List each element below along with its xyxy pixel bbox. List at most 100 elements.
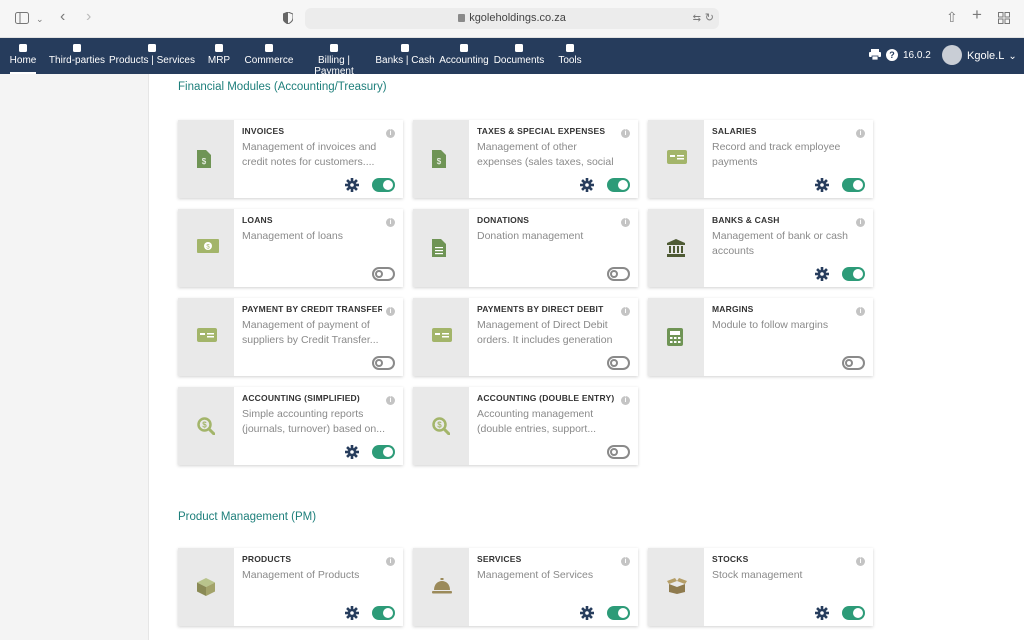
module-card: PRODUCTS Management of Products i — [178, 548, 403, 626]
nav-item-mrp[interactable]: MRP — [202, 38, 236, 74]
info-icon[interactable]: i — [856, 557, 865, 566]
nav-item-documents[interactable]: Documents — [491, 38, 547, 74]
module-toggle[interactable] — [607, 445, 630, 459]
info-icon[interactable]: i — [856, 307, 865, 316]
nav-item-label: Home — [9, 55, 37, 66]
search-dollar-icon: $ — [432, 417, 451, 436]
module-card: BANKS & CASH Management of bank or cash a… — [648, 209, 873, 287]
nav-item-accounting[interactable]: Accounting — [437, 38, 491, 74]
box-open-icon — [667, 578, 687, 596]
settings-gear-icon[interactable] — [345, 445, 359, 459]
info-icon[interactable]: i — [621, 307, 630, 316]
nav-item-commerce[interactable]: Commerce — [243, 38, 295, 74]
bank-icon — [399, 43, 411, 53]
info-icon[interactable]: i — [386, 218, 395, 227]
module-description: Management of other expenses (sales taxe… — [477, 141, 614, 168]
folder-icon — [513, 43, 525, 53]
search-dollar-icon — [458, 43, 470, 53]
nav-item-banks-cash[interactable]: Banks | Cash — [373, 38, 437, 74]
info-icon[interactable]: i — [386, 129, 395, 138]
nav-item-label: Commerce — [244, 55, 294, 66]
module-toggle[interactable] — [372, 606, 395, 620]
info-icon[interactable]: i — [386, 557, 395, 566]
info-icon[interactable]: i — [386, 396, 395, 405]
invoice-icon: $ — [432, 150, 450, 168]
nav-item-tools[interactable]: Tools — [553, 38, 587, 74]
info-icon[interactable]: i — [621, 218, 630, 227]
wrench-icon — [564, 43, 576, 53]
nav-item-home[interactable]: Home — [4, 38, 42, 74]
module-toggle[interactable] — [607, 606, 630, 620]
info-icon[interactable]: i — [621, 396, 630, 405]
settings-gear-icon[interactable] — [345, 606, 359, 620]
module-icon-box — [413, 548, 469, 626]
module-card: STOCKS Stock management i — [648, 548, 873, 626]
print-icon[interactable] — [869, 38, 881, 74]
module-title: SERVICES — [477, 554, 522, 564]
nav-item-label: MRP — [207, 55, 231, 66]
reload-icon[interactable]: ↻ — [705, 11, 714, 25]
invoice-icon: $ — [197, 150, 215, 168]
info-icon[interactable]: i — [621, 129, 630, 138]
module-toggle[interactable] — [842, 178, 865, 192]
module-description: Accounting management (double entries, s… — [477, 408, 597, 435]
help-icon[interactable]: ? — [886, 38, 898, 74]
module-toggle[interactable] — [607, 356, 630, 370]
search-dollar-icon: $ — [197, 417, 216, 436]
module-toggle[interactable] — [607, 267, 630, 281]
module-card: PAYMENTS BY DIRECT DEBIT Management of Di… — [413, 298, 638, 376]
settings-gear-icon[interactable] — [815, 267, 829, 281]
module-toggle[interactable] — [607, 178, 630, 192]
module-description: Management of loans — [242, 230, 343, 242]
info-icon[interactable]: i — [621, 557, 630, 566]
user-menu[interactable]: Kgole.L ⌄ — [942, 38, 1017, 74]
module-icon-box: $ — [178, 209, 234, 287]
module-description: Donation management — [477, 230, 584, 242]
info-icon[interactable]: i — [386, 307, 395, 316]
forward-icon[interactable]: › — [86, 9, 91, 25]
module-title: PAYMENT BY CREDIT TRANSFER — [242, 304, 382, 314]
nav-item-label: Billing | Payment — [314, 55, 354, 77]
module-card: $ INVOICES Management of invoices and cred… — [178, 120, 403, 198]
tab-overview-icon[interactable] — [998, 12, 1010, 27]
new-tab-icon[interactable]: + — [972, 6, 982, 23]
module-toggle[interactable] — [842, 356, 865, 370]
module-toggle[interactable] — [372, 445, 395, 459]
settings-gear-icon[interactable] — [345, 178, 359, 192]
address-bar[interactable]: kgoleholdings.co.za ⇆ ↻ — [305, 8, 719, 29]
module-toggle[interactable] — [842, 606, 865, 620]
info-icon[interactable]: i — [856, 218, 865, 227]
back-icon[interactable]: ‹ — [60, 9, 65, 25]
module-icon-box — [648, 120, 704, 198]
module-toggle[interactable] — [372, 178, 395, 192]
module-icon-box — [178, 298, 234, 376]
sidebar-toggle-icon[interactable] — [15, 12, 29, 27]
settings-gear-icon[interactable] — [815, 606, 829, 620]
section-title: Financial Modules (Accounting/Treasury) — [178, 81, 387, 93]
module-toggle[interactable] — [372, 267, 395, 281]
translate-icon[interactable]: ⇆ — [693, 12, 701, 26]
nav-item-third-parties[interactable]: Third-parties — [48, 38, 106, 74]
module-description: Management of invoices and credit notes … — [242, 141, 377, 168]
module-toggle[interactable] — [842, 267, 865, 281]
chevron-down-icon[interactable]: ⌄ — [36, 12, 44, 26]
module-icon-box — [648, 548, 704, 626]
document-icon — [432, 239, 450, 257]
module-title: ACCOUNTING (SIMPLIFIED) — [242, 393, 360, 403]
module-title: INVOICES — [242, 126, 285, 136]
module-icon-box — [178, 548, 234, 626]
shield-icon[interactable] — [282, 11, 294, 27]
cube-icon — [197, 578, 215, 596]
nav-item-label: Documents — [493, 55, 545, 66]
module-card: $ TAXES & SPECIAL EXPENSES Management of o… — [413, 120, 638, 198]
settings-gear-icon[interactable] — [580, 178, 594, 192]
module-toggle[interactable] — [372, 356, 395, 370]
share-icon[interactable]: ⇧ — [946, 10, 958, 24]
nav-item-billing-payment[interactable]: Billing | Payment — [297, 38, 371, 77]
payment-card-icon — [432, 328, 452, 346]
settings-gear-icon[interactable] — [815, 178, 829, 192]
nav-item-products-services[interactable]: Products | Services — [108, 38, 196, 74]
home-icon — [17, 43, 29, 53]
settings-gear-icon[interactable] — [580, 606, 594, 620]
info-icon[interactable]: i — [856, 129, 865, 138]
